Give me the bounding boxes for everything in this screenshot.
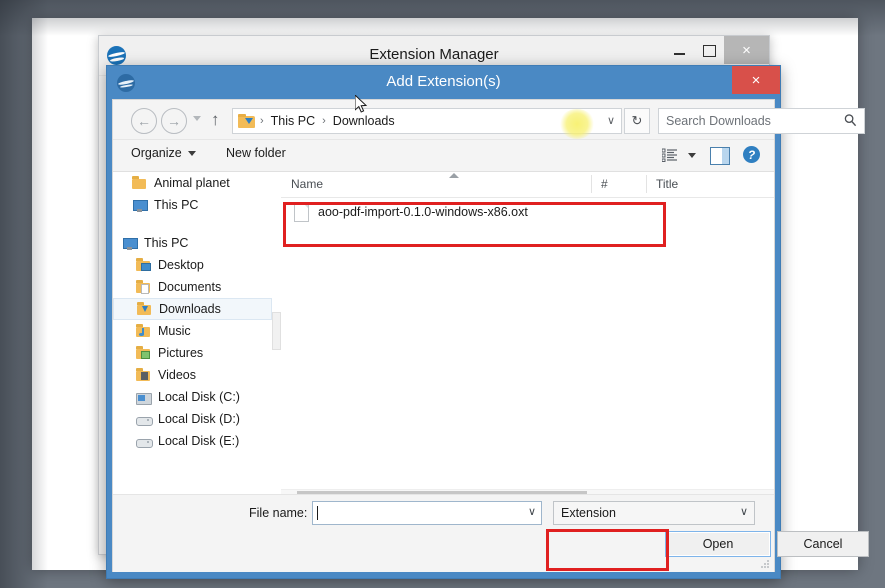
navigation-pane: Animal planet This PC This PC Desktop Docume… [113,172,272,505]
add-extension-titlebar[interactable]: Add Extension(s) × [107,66,780,99]
tree-item-label: This PC [154,198,199,212]
tree-item-label: Music [158,324,191,338]
column-header-title[interactable]: Title [656,177,678,191]
drive-icon [135,434,153,449]
column-header-row: Name # Title [281,172,774,198]
search-icon [844,114,857,127]
table-row[interactable]: aoo-pdf-import-0.1.0-windows-x86.oxt [281,198,774,225]
column-header-number[interactable]: # [601,177,608,191]
breadcrumb-this-pc[interactable]: This PC [269,114,317,128]
add-extension-dialog: Add Extension(s) × ← → ↑ › This PC › Dow… [106,65,869,579]
disk-system-icon [135,390,152,405]
folder-icon [131,176,148,191]
back-icon[interactable]: ← [131,108,157,134]
tree-item-this-pc[interactable]: This PC [113,232,272,254]
tree-item-label: Downloads [159,302,221,316]
address-bar[interactable]: › This PC › Downloads [232,108,622,134]
close-icon[interactable]: × [732,66,780,94]
folder-tree: Animal planet This PC This PC Desktop Docume… [113,172,272,452]
search-placeholder: Search Downloads [666,114,771,128]
file-rows-container: aoo-pdf-import-0.1.0-windows-x86.oxt [281,198,774,505]
help-icon[interactable]: ? [743,146,760,163]
computer-icon [131,198,148,213]
tree-item-desktop[interactable]: Desktop [113,254,272,276]
tree-group-spacer [113,216,272,232]
search-input[interactable]: Search Downloads [658,108,865,134]
drive-icon [135,412,153,427]
resize-grip[interactable] [760,559,770,569]
tree-item-label: Local Disk (E:) [158,434,240,448]
preview-pane-icon[interactable] [710,147,730,165]
folder-music-icon [135,324,152,339]
tree-item-documents[interactable]: Documents [113,276,272,298]
breadcrumb-downloads[interactable]: Downloads [331,114,397,128]
tree-item-downloads[interactable]: Downloads [113,298,272,320]
minimize-button[interactable] [664,36,694,66]
file-icon [294,202,309,222]
sort-ascending-icon [449,173,459,178]
command-bar: Organize New folder ? [113,140,774,172]
tree-item-local-disk-d[interactable]: Local Disk (D:) [113,408,272,430]
recent-locations-icon[interactable] [193,116,201,121]
maximize-button[interactable] [694,36,724,66]
file-list-pane: Name # Title aoo-pdf-import-0.1.0-window… [281,172,774,505]
tree-item-music[interactable]: Music [113,320,272,342]
up-icon[interactable]: ↑ [211,110,220,130]
folder-downloads-icon [238,114,255,128]
dialog-footer: File name: ∨ Extension ∨ Open Cancel [113,494,869,572]
chevron-down-icon [187,150,196,156]
file-name-label: File name: [249,506,308,520]
tree-item-local-disk-c[interactable]: Local Disk (C:) [113,386,272,408]
dialog-body: ← → ↑ › This PC › Downloads ∨ ↻ Search D… [112,99,869,572]
chevron-down-icon[interactable]: ∨ [740,505,748,518]
column-header-name[interactable]: Name [291,177,323,191]
tree-item-pictures[interactable]: Pictures [113,342,272,364]
tree-item-label: Pictures [158,346,204,360]
organize-button[interactable]: Organize [131,146,196,160]
tree-item-label: Animal planet [154,176,230,190]
folder-videos-icon [135,368,152,383]
dialog-title: Add Extension(s) [386,73,501,90]
folder-downloads-icon [136,302,153,317]
folder-documents-icon [135,280,152,295]
tree-item-animal-planet[interactable]: Animal planet [113,172,272,194]
breadcrumb-separator: › [260,115,264,127]
chevron-down-icon[interactable]: ∨ [602,108,620,132]
open-button[interactable]: Open [665,531,771,557]
text-caret [317,506,318,520]
pane-splitter[interactable] [272,172,281,505]
new-folder-button[interactable]: New folder [226,146,286,160]
tree-item-label: Desktop [158,258,204,272]
close-icon[interactable]: × [724,36,769,64]
forward-icon[interactable]: → [161,108,187,134]
tree-item-label: This PC [144,236,189,250]
breadcrumb-separator: › [322,115,326,127]
tree-item-label: Documents [158,280,222,294]
file-name-cell: aoo-pdf-import-0.1.0-windows-x86.oxt [318,204,528,219]
chevron-down-icon[interactable]: ∨ [528,505,536,518]
address-bar-row: ← → ↑ › This PC › Downloads ∨ ↻ Search D… [113,100,865,140]
refresh-icon[interactable]: ↻ [624,108,650,134]
explorer-content: Animal planet This PC This PC Desktop Docume… [113,172,774,505]
tree-item-this-pc[interactable]: This PC [113,194,272,216]
tree-item-videos[interactable]: Videos [113,364,272,386]
file-type-filter-value: Extension [561,506,616,520]
tree-item-label: Local Disk (C:) [158,390,240,404]
tree-item-label: Videos [158,368,196,382]
organize-label: Organize [131,146,182,160]
tree-item-local-disk-e[interactable]: Local Disk (E:) [113,430,272,452]
computer-icon [121,236,138,251]
file-name-input[interactable]: ∨ [312,501,542,525]
folder-desktop-icon [135,258,152,273]
chevron-down-icon[interactable] [688,153,696,158]
view-list-icon[interactable] [662,148,678,162]
tree-item-label: Local Disk (D:) [158,412,240,426]
file-type-filter-select[interactable]: Extension ∨ [553,501,755,525]
cancel-button[interactable]: Cancel [777,531,869,557]
desktop-background: Extension Manager × Add Extension(s) × ←… [0,0,885,588]
extension-manager-window-buttons: × [664,36,769,66]
folder-pictures-icon [135,346,152,361]
